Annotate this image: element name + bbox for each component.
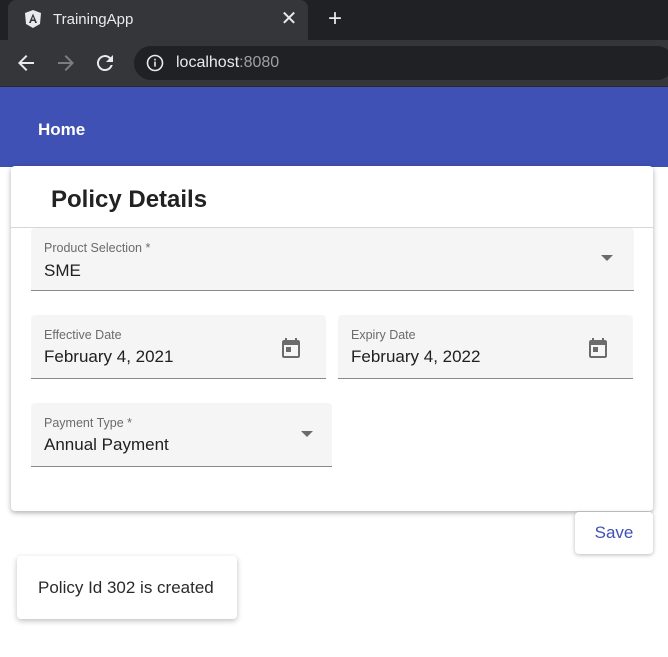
chevron-down-icon xyxy=(301,431,313,437)
back-arrow-icon[interactable] xyxy=(14,51,38,75)
url-host: localhost xyxy=(176,54,240,71)
angular-logo-icon xyxy=(25,10,41,28)
url-text: localhost:8080 xyxy=(176,54,279,72)
plus-icon[interactable]: + xyxy=(323,7,347,32)
browser-toolbar: localhost:8080 xyxy=(0,40,668,87)
browser-tabstrip: TrainingApp ✕ + xyxy=(0,0,668,40)
expiry-date-value: February 4, 2022 xyxy=(351,347,481,366)
product-selection-select[interactable]: Product Selection * SME xyxy=(31,228,634,291)
browser-tab[interactable]: TrainingApp ✕ xyxy=(8,0,308,40)
chevron-down-icon xyxy=(601,255,613,261)
effective-date-label: Effective Date xyxy=(44,328,122,342)
payment-type-select[interactable]: Payment Type * Annual Payment xyxy=(31,403,332,467)
card-title: Policy Details xyxy=(51,186,208,213)
home-link[interactable]: Home xyxy=(38,120,85,140)
app-header: Home xyxy=(0,87,668,167)
expiry-date-label: Expiry Date xyxy=(351,328,416,342)
close-icon[interactable]: ✕ xyxy=(278,9,300,31)
info-icon[interactable] xyxy=(146,54,164,72)
calendar-icon[interactable] xyxy=(279,336,303,360)
snackbar-message: Policy Id 302 is created xyxy=(38,578,214,597)
product-selection-value: SME xyxy=(44,261,81,280)
payment-type-value: Annual Payment xyxy=(44,435,169,454)
payment-type-label: Payment Type * xyxy=(44,416,133,430)
save-button[interactable]: Save xyxy=(575,512,653,554)
policy-details-card: Policy Details Product Selection * SME E… xyxy=(11,166,653,511)
snackbar: Policy Id 302 is created xyxy=(17,556,237,619)
address-bar[interactable]: localhost:8080 xyxy=(134,46,668,80)
forward-arrow-icon[interactable] xyxy=(54,51,78,75)
calendar-icon[interactable] xyxy=(586,336,610,360)
effective-date-field[interactable]: Effective Date February 4, 2021 xyxy=(31,315,326,379)
product-selection-label: Product Selection * xyxy=(44,241,151,255)
reload-icon[interactable] xyxy=(93,51,117,75)
expiry-date-field[interactable]: Expiry Date February 4, 2022 xyxy=(338,315,633,379)
effective-date-value: February 4, 2021 xyxy=(44,347,174,366)
url-port: :8080 xyxy=(239,54,280,71)
tab-title: TrainingApp xyxy=(53,11,134,28)
